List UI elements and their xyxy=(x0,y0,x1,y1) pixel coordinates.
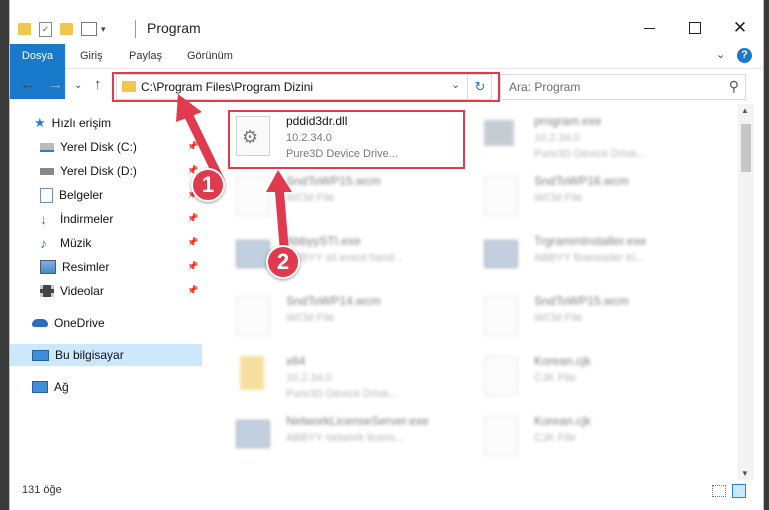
arrow-2-head xyxy=(266,170,292,192)
step-badge-1: 1 xyxy=(191,168,225,202)
annotation-arrows xyxy=(176,94,292,251)
explorer-window: ✓ ▾ Program ✕ Dosya Giriş Paylaş Görünüm… xyxy=(9,0,764,510)
step-badge-2: 2 xyxy=(266,245,300,279)
arrow-2 xyxy=(274,181,289,251)
